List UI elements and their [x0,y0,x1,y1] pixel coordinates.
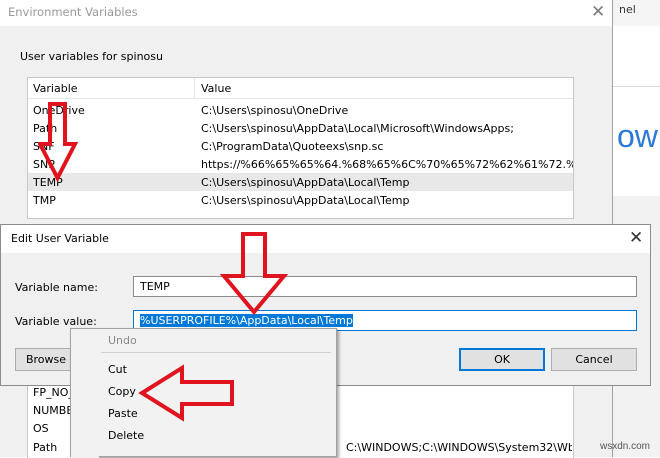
row-variable-value: https://%66%65%65%64.%68%65%6C%70%65%72%… [201,158,573,171]
variable-name-label: Variable name: [15,281,98,294]
edit-dialog-title: Edit User Variable [11,232,109,245]
variable-value-label: Variable value: [15,315,97,328]
menu-item-delete[interactable]: Delete [108,429,144,442]
menu-separator [101,352,331,353]
user-variables-list[interactable]: Variable Value OneDrive C:\Users\spinosu… [27,77,574,219]
cancel-button[interactable]: Cancel [551,348,637,371]
env-titlebar: Environment Variables ✕ [0,0,612,26]
background-heading: ow [617,118,658,154]
table-row-selected[interactable]: TEMP C:\Users\spinosu\AppData\Local\Temp [28,173,573,191]
variable-name-text: TEMP [140,280,170,293]
background-window-titlebar: nel [613,0,660,26]
row-variable-value: C:\Users\spinosu\OneDrive [201,104,349,117]
column-header-value[interactable]: Value [201,82,231,95]
red-arrow-down-icon [38,102,78,182]
browse-button[interactable]: Browse [15,348,77,371]
watermark: wsxdn.com [600,441,651,452]
menu-item-copy[interactable]: Copy [108,385,136,398]
row-variable-value: C:\Users\spinosu\AppData\Local\Temp [201,176,410,189]
table-row[interactable]: OneDrive C:\Users\spinosu\OneDrive [28,101,573,119]
background-divider [613,86,660,87]
row-variable-name: TMP [33,194,56,207]
background-window-title: nel [619,3,636,16]
red-arrow-left-icon [138,364,234,422]
menu-item-cut[interactable]: Cut [108,363,127,376]
table-row[interactable]: Path C:\Users\spinosu\AppData\Local\Micr… [28,119,573,137]
row-variable-value: C:\Users\spinosu\AppData\Local\Microsoft… [201,122,514,135]
row-variable-value: C:\WINDOWS;C:\WINDOWS\System32\Wb... [346,441,572,454]
user-variables-group-label: User variables for spinosu [20,50,163,63]
menu-item-undo[interactable]: Undo [108,334,137,347]
menu-item-paste[interactable]: Paste [108,407,138,420]
table-row[interactable]: SNF C:\ProgramData\Quoteexs\snp.sc [28,137,573,155]
column-header-variable[interactable]: Variable [33,82,78,95]
red-arrow-down-icon [220,232,289,316]
row-variable-value: C:\Users\spinosu\AppData\Local\Temp [201,194,410,207]
close-icon[interactable]: ✕ [629,228,643,248]
ok-button[interactable]: OK [459,348,545,371]
edit-titlebar: Edit User Variable ✕ [1,225,650,253]
variable-name-input[interactable]: TEMP [133,276,637,297]
table-row[interactable]: TMP C:\Users\spinosu\AppData\Local\Temp [28,191,573,209]
list-header: Variable Value [28,78,573,99]
column-separator[interactable] [194,78,195,98]
close-icon[interactable]: ✕ [591,2,605,22]
context-menu-gutter [71,329,99,458]
table-row[interactable]: SNP https://%66%65%65%64.%68%65%6C%70%65… [28,155,573,173]
row-variable-value: C:\ProgramData\Quoteexs\snp.sc [201,140,384,153]
env-dialog-title: Environment Variables [8,5,138,19]
